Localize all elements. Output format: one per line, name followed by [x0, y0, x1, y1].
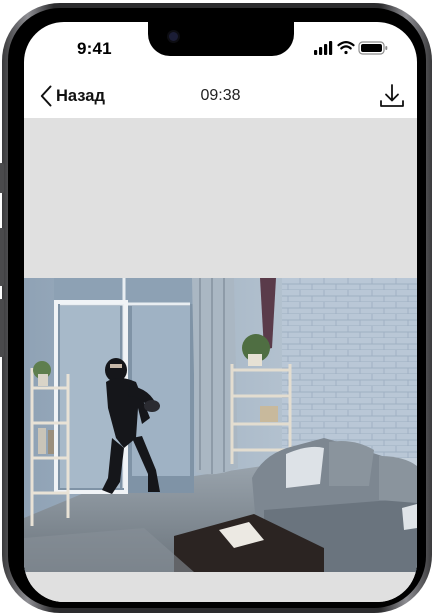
battery-icon: [358, 41, 388, 55]
camera-snapshot[interactable]: [24, 278, 417, 572]
status-time: 9:41: [77, 39, 112, 58]
navigation-bar: Назад 09:38: [24, 74, 417, 118]
snapshot-image: [24, 278, 417, 572]
signal-icon: [314, 41, 333, 55]
notch: [148, 22, 294, 56]
volume-up-button: [0, 228, 4, 286]
status-bar: 9:41: [24, 22, 417, 72]
silent-switch: [0, 163, 4, 193]
phone-screen: 9:41 Назад 09:38: [24, 22, 417, 602]
download-icon[interactable]: [377, 81, 407, 111]
recording-time: 09:38: [200, 87, 241, 104]
status-icons: [314, 41, 388, 55]
volume-down-button: [0, 299, 4, 357]
front-camera: [169, 32, 178, 41]
wifi-icon: [337, 41, 355, 55]
